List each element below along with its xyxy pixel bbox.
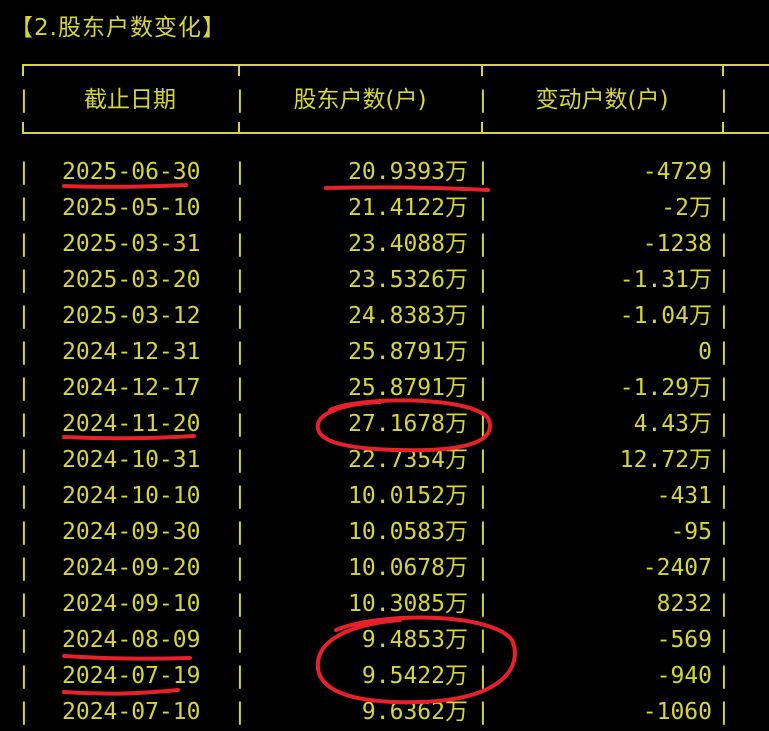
underline-annotation [324, 185, 490, 192]
underline-annotation [62, 654, 192, 661]
underline-annotation [62, 434, 196, 441]
underline-annotation [62, 183, 188, 189]
annotation-layer [62, 183, 517, 705]
circle-annotation [315, 615, 517, 705]
circle-annotation [315, 398, 492, 453]
underline-annotation [62, 688, 180, 696]
